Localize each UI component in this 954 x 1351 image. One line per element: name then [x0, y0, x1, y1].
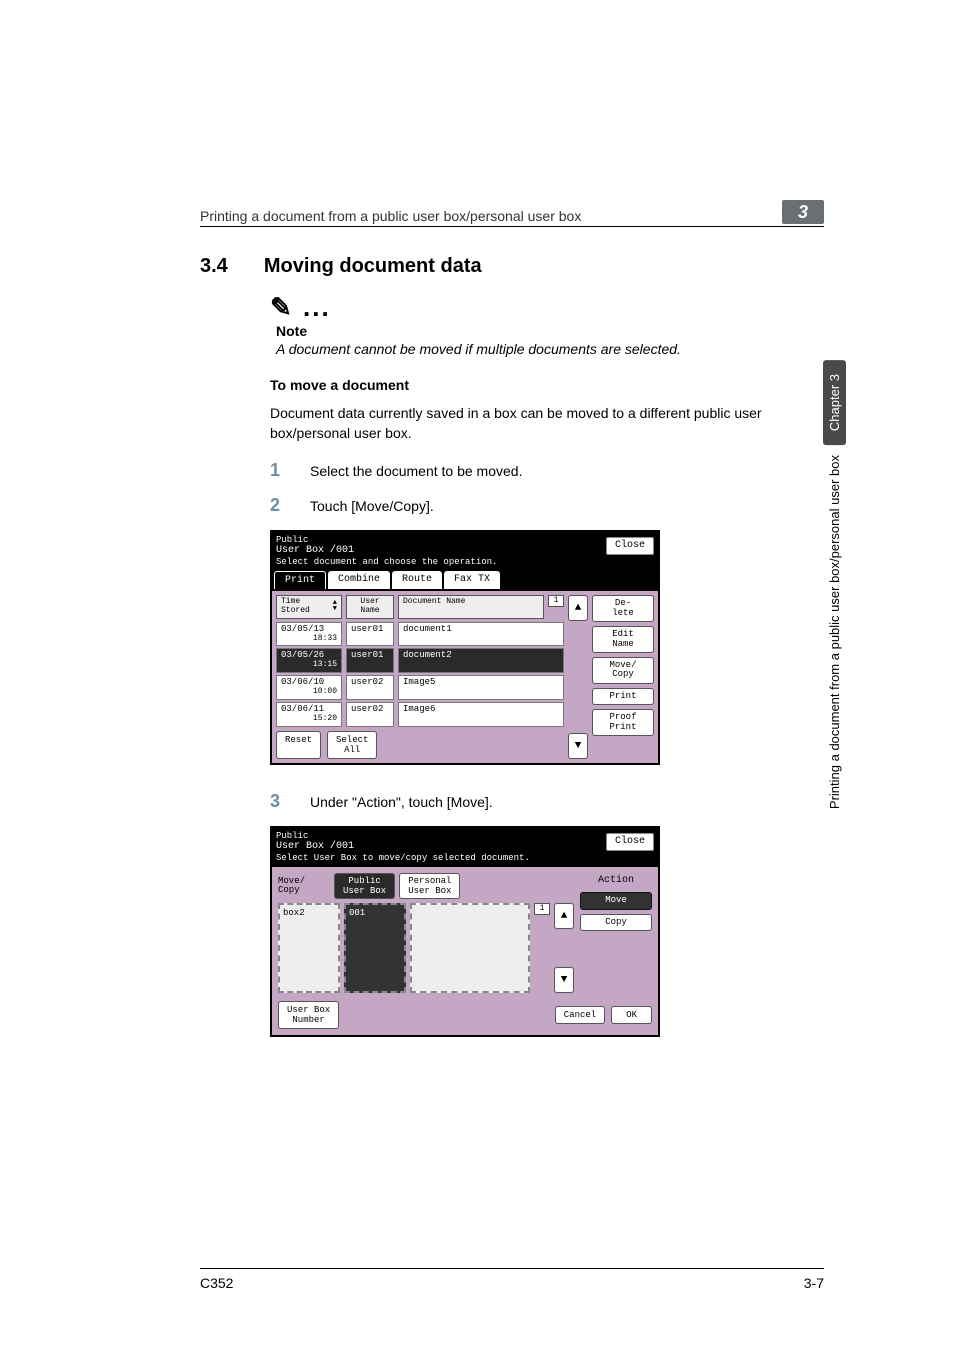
col-user-name[interactable]: User Name [346, 595, 394, 619]
sort-icon: ▲▼ [333, 601, 337, 612]
tab-route[interactable]: Route [392, 571, 442, 589]
scroll-down-button[interactable]: ▼ [554, 967, 574, 993]
panel-title: User Box /001 [276, 841, 354, 852]
panel-header: Public User Box /001 Close Select User B… [272, 828, 658, 868]
tab-print[interactable]: Print [274, 571, 326, 589]
col-time-stored[interactable]: Time Stored ▲▼ [276, 595, 342, 619]
section-title: Moving document data [264, 255, 482, 278]
user-box-number-button[interactable]: User Box Number [278, 1001, 339, 1029]
print-button[interactable]: Print [592, 688, 654, 705]
step-text: Select the document to be moved. [310, 460, 522, 481]
panel-title-small: Public [276, 831, 354, 842]
scroll-up-button[interactable]: ▲ [554, 903, 574, 929]
cancel-button[interactable]: Cancel [555, 1006, 605, 1024]
col-label: Time Stored [281, 598, 333, 616]
proof-print-button[interactable]: Proof Print [592, 709, 654, 736]
tab-public-user-box[interactable]: Public User Box [334, 873, 395, 899]
cell-time: 03/05/2613:15 [276, 648, 342, 673]
cell-doc: document2 [398, 648, 564, 673]
page-header: Printing a document from a public user b… [200, 200, 824, 227]
side-tab: Chapter 3 Printing a document from a pub… [823, 360, 846, 825]
cell-user: user02 [346, 675, 394, 700]
move-button[interactable]: Move [580, 892, 652, 909]
page-footer: C352 3-7 [200, 1268, 824, 1291]
panel-header: Public User Box /001 Close Select docume… [272, 532, 658, 572]
box-column-selected[interactable]: 001 [344, 903, 406, 993]
step-3: 3 Under "Action", touch [Move]. [270, 791, 824, 812]
move-copy-label: Move/ Copy [278, 875, 330, 898]
panel-move-copy: Public User Box /001 Close Select User B… [270, 826, 660, 1038]
panel-tabs: Print Combine Route Fax TX [272, 571, 658, 591]
box-column-left[interactable]: box2 [278, 903, 340, 993]
sub-heading: To move a document [270, 377, 824, 393]
close-button[interactable]: Close [606, 537, 654, 555]
cell-user: user01 [346, 648, 394, 673]
section-number: 3.4 [200, 255, 228, 278]
note-label: Note [276, 323, 824, 339]
action-header: Action [580, 873, 652, 888]
panel-instruction: Select document and choose the operation… [276, 557, 654, 568]
table-row[interactable]: 03/05/2613:15 user01 document2 [276, 648, 564, 673]
scroll-down-button[interactable]: ▼ [568, 733, 588, 759]
note-icon: ✎ ... [270, 292, 824, 323]
panel-instruction: Select User Box to move/copy selected do… [276, 853, 654, 864]
step-number: 3 [270, 791, 286, 812]
select-all-button[interactable]: Select All [327, 731, 377, 759]
reset-button[interactable]: Reset [276, 731, 321, 759]
note-block: ✎ ... Note A document cannot be moved if… [270, 292, 824, 357]
cell-user: user01 [346, 622, 394, 647]
cell-doc: Image5 [398, 675, 564, 700]
table-row[interactable]: 03/06/1010:00 user02 Image5 [276, 675, 564, 700]
ok-button[interactable]: OK [611, 1006, 652, 1024]
scroll-up-button[interactable]: ▲ [568, 595, 588, 621]
cell-time: 03/06/1115:20 [276, 702, 342, 727]
cell-user: user02 [346, 702, 394, 727]
table-row[interactable]: 03/05/1318:33 user01 document1 [276, 622, 564, 647]
footer-left: C352 [200, 1275, 233, 1291]
step-number: 2 [270, 495, 286, 516]
page-indicator: 1 [534, 903, 550, 915]
step-text: Under "Action", touch [Move]. [310, 791, 493, 812]
panel-select-document: Public User Box /001 Close Select docume… [270, 530, 660, 765]
col-document-name[interactable]: Document Name [398, 595, 544, 619]
tab-fax-tx[interactable]: Fax TX [444, 571, 500, 589]
header-breadcrumb: Printing a document from a public user b… [200, 208, 782, 224]
step-1: 1 Select the document to be moved. [270, 460, 824, 481]
cell-time: 03/06/1010:00 [276, 675, 342, 700]
table-row[interactable]: 03/06/1115:20 user02 Image6 [276, 702, 564, 727]
note-text: A document cannot be moved if multiple d… [276, 341, 824, 357]
section-heading: 3.4 Moving document data [200, 255, 824, 278]
step-number: 1 [270, 460, 286, 481]
table-header-row: Time Stored ▲▼ User Name Document Name 1 [276, 595, 564, 619]
tab-combine[interactable]: Combine [328, 571, 390, 589]
step-2: 2 Touch [Move/Copy]. [270, 495, 824, 516]
step-text: Touch [Move/Copy]. [310, 495, 434, 516]
edit-name-button[interactable]: Edit Name [592, 626, 654, 653]
close-button[interactable]: Close [606, 833, 654, 851]
panel-title-small: Public [276, 535, 354, 546]
box-column-empty [410, 903, 530, 993]
intro-paragraph: Document data currently saved in a box c… [270, 403, 824, 444]
cell-doc: Image6 [398, 702, 564, 727]
copy-button[interactable]: Copy [580, 914, 652, 931]
footer-right: 3-7 [804, 1275, 824, 1291]
panel-title: User Box /001 [276, 545, 354, 556]
page-indicator: 1 [548, 595, 564, 607]
side-tab-label: Printing a document from a public user b… [825, 445, 844, 825]
cell-time: 03/05/1318:33 [276, 622, 342, 647]
delete-button[interactable]: De- lete [592, 595, 654, 622]
tab-personal-user-box[interactable]: Personal User Box [399, 873, 460, 899]
side-tab-chapter: Chapter 3 [823, 360, 846, 445]
move-copy-button[interactable]: Move/ Copy [592, 657, 654, 684]
chapter-badge: 3 [782, 200, 824, 224]
cell-doc: document1 [398, 622, 564, 647]
